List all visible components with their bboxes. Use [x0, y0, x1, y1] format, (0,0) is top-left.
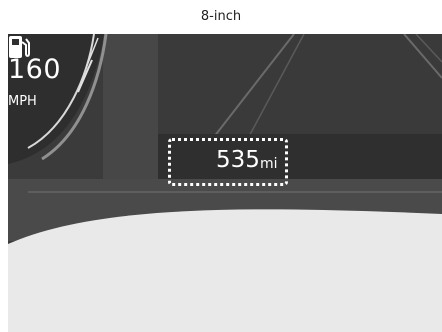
range-unit: mi	[260, 156, 278, 172]
range-value: 535	[216, 147, 260, 173]
image-caption: 8-inch	[200, 9, 242, 24]
instrument-cluster-illustration: 160 MPH 535 mi	[8, 34, 442, 332]
fuel-pump-icon	[9, 36, 30, 58]
speed-unit: MPH	[8, 94, 37, 109]
